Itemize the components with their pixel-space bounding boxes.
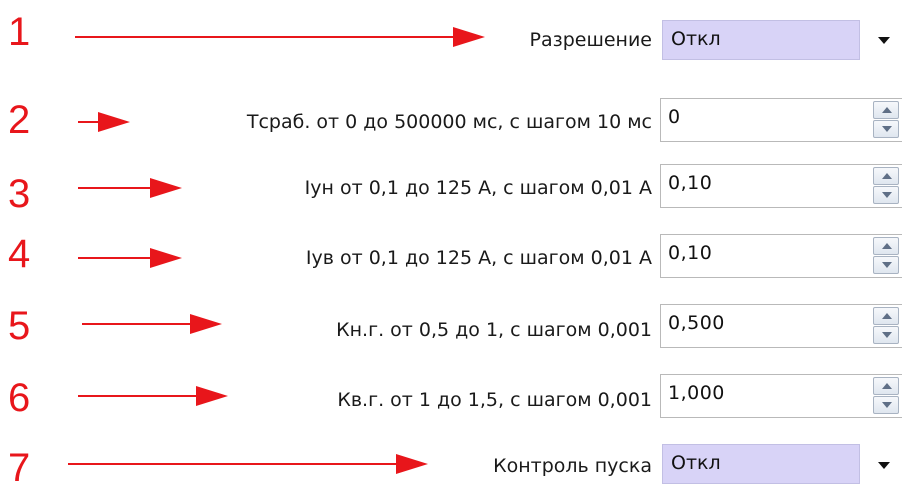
trigger-time-label: Tсраб. от 0 до 500000 мс, с шагом 10 мс <box>246 111 652 133</box>
triangle-up-icon <box>882 107 892 113</box>
iun-label: Iун от 0,1 до 125 А, с шагом 0,01 А <box>304 177 652 199</box>
iun-value[interactable]: 0,10 <box>668 172 712 194</box>
spin-up-button[interactable] <box>873 307 899 325</box>
triangle-down-icon <box>882 126 892 132</box>
annotation-number: 5 <box>8 304 31 348</box>
permission-select[interactable]: Откл <box>662 20 860 60</box>
annotation-arrow-icon <box>82 314 222 334</box>
annotation-number: 1 <box>8 10 31 54</box>
trigger-time-spinbox[interactable]: 0 <box>660 98 902 142</box>
triangle-down-icon <box>882 402 892 408</box>
iuv-label: Iув от 0,1 до 125 А, с шагом 0,01 А <box>305 247 652 269</box>
triangle-up-icon <box>882 243 892 249</box>
permission-label: Разрешение <box>529 29 653 51</box>
start-control-select-value: Откл <box>671 452 721 474</box>
spin-up-button[interactable] <box>873 167 899 185</box>
triangle-down-icon <box>882 192 892 198</box>
spin-buttons <box>873 167 901 205</box>
triangle-up-icon <box>882 313 892 319</box>
spin-down-button[interactable] <box>873 396 899 414</box>
spin-down-button[interactable] <box>873 326 899 344</box>
annotation-arrow-icon <box>78 248 182 268</box>
spin-up-button[interactable] <box>873 377 899 395</box>
annotation-number: 4 <box>8 232 31 276</box>
row-iuv: 4 Iув от 0,1 до 125 А, с шагом 0,01 А 0,… <box>0 232 902 282</box>
triangle-down-icon <box>882 332 892 338</box>
annotation-number: 2 <box>8 98 31 142</box>
spin-up-button[interactable] <box>873 237 899 255</box>
iuv-spinbox[interactable]: 0,10 <box>660 234 902 278</box>
annotation-arrow-icon <box>78 386 228 406</box>
iun-spinbox[interactable]: 0,10 <box>660 164 902 208</box>
permission-select-value: Откл <box>671 28 721 50</box>
row-trigger-time: 2 Tсраб. от 0 до 500000 мс, с шагом 10 м… <box>0 96 902 146</box>
row-kvg: 6 Кв.г. от 1 до 1,5, с шагом 0,001 1,000 <box>0 372 902 422</box>
start-control-label: Контроль пуска <box>493 455 652 477</box>
annotation-arrow-icon <box>78 178 182 198</box>
annotation-arrow-icon <box>75 27 485 47</box>
spin-up-button[interactable] <box>873 101 899 119</box>
chevron-down-icon[interactable] <box>878 37 890 44</box>
spin-buttons <box>873 377 901 415</box>
annotation-arrow-icon <box>78 112 130 132</box>
kvg-value[interactable]: 1,000 <box>668 382 725 404</box>
spin-down-button[interactable] <box>873 256 899 274</box>
spin-buttons <box>873 307 901 345</box>
kng-value[interactable]: 0,500 <box>668 312 725 334</box>
row-kng: 5 Кн.г. от 0,5 до 1, с шагом 0,001 0,500 <box>0 302 902 352</box>
kng-spinbox[interactable]: 0,500 <box>660 304 902 348</box>
iuv-value[interactable]: 0,10 <box>668 242 712 264</box>
kvg-label: Кв.г. от 1 до 1,5, с шагом 0,001 <box>337 389 652 411</box>
triangle-up-icon <box>882 173 892 179</box>
kvg-spinbox[interactable]: 1,000 <box>660 374 902 418</box>
row-permission: 1 Разрешение Откл <box>0 8 902 60</box>
spin-buttons <box>873 237 901 275</box>
annotation-number: 3 <box>8 172 31 216</box>
row-iun: 3 Iун от 0,1 до 125 А, с шагом 0,01 А 0,… <box>0 162 902 216</box>
start-control-select[interactable]: Откл <box>662 444 860 484</box>
row-start-control: 7 Контроль пуска Откл <box>0 440 902 490</box>
annotation-arrow-icon <box>68 454 428 474</box>
trigger-time-value[interactable]: 0 <box>668 106 681 128</box>
triangle-up-icon <box>882 383 892 389</box>
annotation-number: 6 <box>8 376 31 420</box>
triangle-down-icon <box>882 262 892 268</box>
spin-buttons <box>873 101 901 139</box>
spin-down-button[interactable] <box>873 186 899 204</box>
kng-label: Кн.г. от 0,5 до 1, с шагом 0,001 <box>336 319 652 341</box>
annotation-number: 7 <box>8 446 31 490</box>
chevron-down-icon[interactable] <box>878 462 890 469</box>
spin-down-button[interactable] <box>873 120 899 138</box>
